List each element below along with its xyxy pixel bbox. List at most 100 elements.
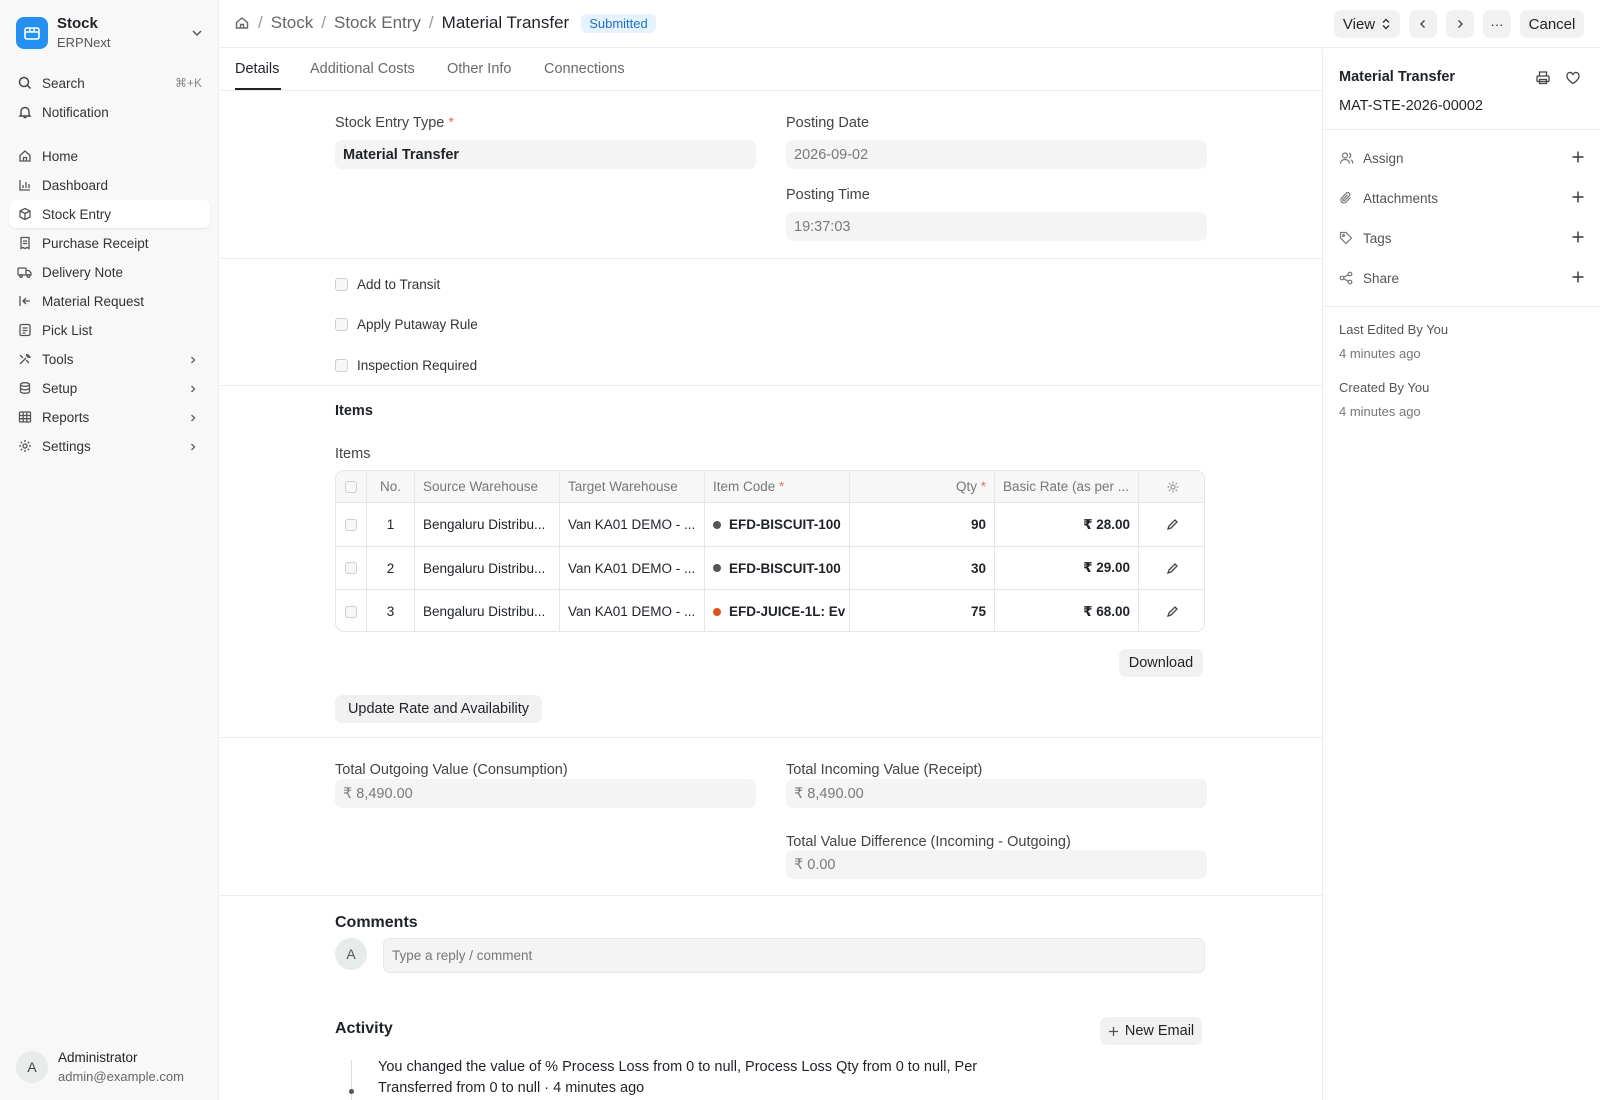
plus-icon[interactable] (1571, 190, 1585, 207)
row-source-warehouse[interactable]: Bengaluru Distribu... (415, 590, 560, 631)
checkbox-label: Inspection Required (357, 358, 478, 373)
row-source-warehouse[interactable]: Bengaluru Distribu... (415, 547, 560, 589)
user-menu[interactable]: A Administrator admin@example.com (16, 1048, 184, 1086)
active-tab-indicator (235, 88, 281, 90)
comment-input[interactable]: Type a reply / comment (383, 938, 1205, 973)
sidebar-item-label: Setup (42, 380, 78, 396)
row-basic-rate[interactable]: ₹ 68.00 (995, 590, 1139, 631)
row-target-warehouse[interactable]: Van KA01 DEMO - ... (560, 590, 705, 631)
row-source-warehouse[interactable]: Bengaluru Distribu... (415, 503, 560, 546)
sidebar-item-pick-list[interactable]: Pick List (9, 316, 210, 344)
checkbox[interactable] (335, 359, 348, 372)
inspection-required-checkbox[interactable]: Inspection Required (335, 358, 477, 373)
plus-icon[interactable] (1571, 230, 1585, 247)
new-email-button[interactable]: New Email (1100, 1017, 1202, 1045)
column-settings-icon[interactable] (1139, 471, 1204, 502)
sidebar-item-tools[interactable]: Tools (9, 345, 210, 373)
select-all-checkbox[interactable] (336, 471, 367, 502)
plus-icon[interactable] (1571, 270, 1585, 287)
row-qty[interactable]: 30 (850, 547, 995, 589)
chart-icon (17, 178, 32, 193)
checkbox[interactable] (335, 318, 348, 331)
checkbox[interactable] (335, 278, 348, 291)
row-item-code[interactable]: EFD-BISCUIT-100 (705, 503, 850, 546)
posting-date-field[interactable]: 2026-09-02 (786, 140, 1207, 169)
stock-entry-type-field[interactable]: Material Transfer (335, 140, 756, 169)
sidebar-item-delivery-note[interactable]: Delivery Note (9, 258, 210, 286)
last-edited: Last Edited By You (1339, 322, 1449, 337)
timeline-dot (349, 1089, 354, 1094)
add-to-transit-checkbox[interactable]: Add to Transit (335, 277, 440, 292)
row-qty[interactable]: 90 (850, 503, 995, 546)
app-switcher[interactable]: Stock ERPNext (16, 14, 206, 52)
heart-icon[interactable] (1565, 70, 1581, 89)
sidebar-item-label: Settings (42, 438, 91, 454)
view-button[interactable]: View (1334, 10, 1400, 38)
bell-icon (17, 105, 32, 120)
row-target-warehouse[interactable]: Van KA01 DEMO - ... (560, 547, 705, 589)
home-icon[interactable] (234, 15, 250, 31)
sidebar-item-home[interactable]: Home (9, 142, 210, 170)
print-icon[interactable] (1535, 70, 1551, 89)
chevron-right-icon (188, 440, 198, 455)
total-outgoing-field[interactable]: ₹ 8,490.00 (335, 779, 756, 808)
tab-additional-costs[interactable]: Additional Costs (310, 61, 415, 77)
tab-other-info[interactable]: Other Info (447, 61, 511, 77)
cancel-button-label: Cancel (1528, 15, 1576, 33)
next-doc-button[interactable] (1446, 10, 1474, 38)
created-time: 4 minutes ago (1339, 404, 1421, 419)
status-dot (713, 520, 721, 529)
sidebar-item-dashboard[interactable]: Dashboard (9, 171, 210, 199)
row-item-code[interactable]: EFD-JUICE-1L: Ev (705, 590, 850, 631)
page-title: Material Transfer (441, 13, 570, 32)
edit-row-icon[interactable] (1139, 503, 1204, 546)
plus-icon[interactable] (1571, 150, 1585, 167)
sidebar-item-label: Dashboard (42, 177, 109, 193)
assign-action[interactable]: Assign (1339, 148, 1585, 168)
row-basic-rate[interactable]: ₹ 28.00 (995, 503, 1139, 546)
sidebar-search[interactable]: Search ⌘+K (9, 69, 210, 97)
update-rate-button[interactable]: Update Rate and Availability (335, 695, 542, 723)
sidebar-item-setup[interactable]: Setup (9, 374, 210, 402)
tags-action[interactable]: Tags (1339, 228, 1585, 248)
share-action[interactable]: Share (1339, 268, 1585, 288)
row-basic-rate[interactable]: ₹ 29.00 (995, 547, 1139, 589)
table-row[interactable]: 1 Bengaluru Distribu... Van KA01 DEMO - … (336, 503, 1204, 547)
table-row[interactable]: 2 Bengaluru Distribu... Van KA01 DEMO - … (336, 547, 1204, 590)
table-row[interactable]: 3 Bengaluru Distribu... Van KA01 DEMO - … (336, 590, 1204, 631)
row-item-code[interactable]: EFD-BISCUIT-100 (705, 547, 850, 589)
posting-time-field[interactable]: 19:37:03 (786, 212, 1207, 241)
sidebar-item-reports[interactable]: Reports (9, 403, 210, 431)
col-source-warehouse: Source Warehouse (415, 471, 560, 502)
items-table-label: Items (335, 446, 371, 462)
truck-icon (17, 265, 32, 280)
apply-putaway-rule-checkbox[interactable]: Apply Putaway Rule (335, 317, 478, 332)
row-checkbox[interactable] (336, 547, 367, 589)
tab-connections[interactable]: Connections (544, 61, 625, 77)
sidebar-item-stock-entry[interactable]: Stock Entry (9, 200, 210, 228)
breadcrumb-stock[interactable]: Stock (271, 13, 314, 33)
form-body: Stock Entry Type * Material Transfer Pos… (220, 91, 1322, 1100)
tab-details[interactable]: Details (235, 61, 279, 77)
edit-row-icon[interactable] (1139, 547, 1204, 589)
row-checkbox[interactable] (336, 590, 367, 631)
row-qty[interactable]: 75 (850, 590, 995, 631)
sidebar-item-settings[interactable]: Settings (9, 432, 210, 460)
activity-entry: You changed the value of % Process Loss … (378, 1059, 978, 1096)
cancel-button[interactable]: Cancel (1520, 10, 1584, 38)
breadcrumb-stock-entry[interactable]: Stock Entry (334, 13, 421, 33)
items-section-title: Items (335, 403, 373, 419)
row-checkbox[interactable] (336, 503, 367, 546)
row-target-warehouse[interactable]: Van KA01 DEMO - ... (560, 503, 705, 546)
sidebar-item-purchase-receipt[interactable]: Purchase Receipt (9, 229, 210, 257)
prev-doc-button[interactable] (1409, 10, 1437, 38)
attachments-action[interactable]: Attachments (1339, 188, 1585, 208)
items-table: No. Source Warehouse Target Warehouse It… (335, 470, 1205, 632)
edit-row-icon[interactable] (1139, 590, 1204, 631)
sidebar-item-material-request[interactable]: Material Request (9, 287, 210, 315)
more-actions-button[interactable]: ··· (1483, 10, 1511, 38)
total-incoming-field[interactable]: ₹ 8,490.00 (786, 779, 1207, 808)
value-difference-field[interactable]: ₹ 0.00 (786, 850, 1207, 879)
download-button[interactable]: Download (1119, 649, 1203, 677)
sidebar-notification[interactable]: Notification (9, 98, 210, 126)
